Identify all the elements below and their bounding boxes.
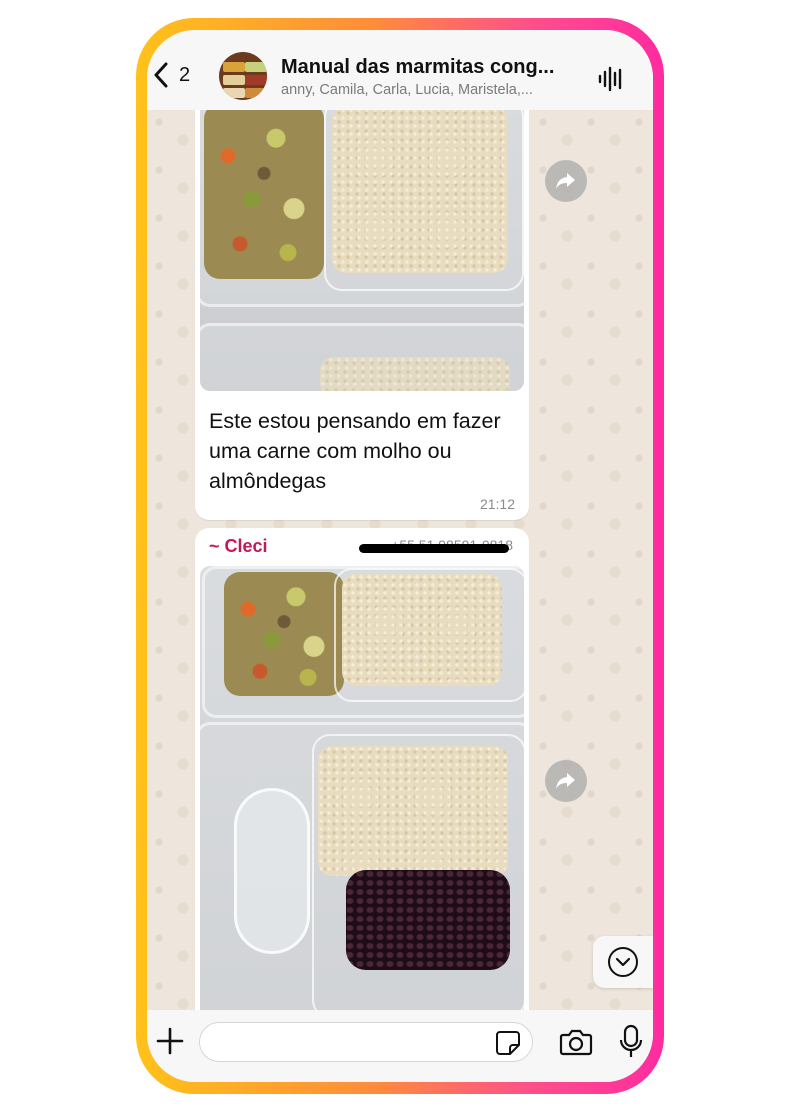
chat-participants: anny, Camila, Carla, Lucia, Maristela,..… (281, 82, 533, 98)
waveform-icon (598, 66, 622, 92)
message-bubble[interactable]: ~ Cleci +55 51 98591-0818 (195, 528, 529, 1082)
message-text: Este estou pensando em fazer uma carne c… (209, 409, 501, 493)
group-avatar[interactable] (219, 52, 267, 100)
sender-row: ~ Cleci +55 51 98591-0818 (209, 536, 519, 558)
message-bubble[interactable]: Este estou pensando em fazer uma carne c… (195, 90, 529, 520)
sticker-button[interactable] (495, 1030, 521, 1061)
chat-info[interactable]: Manual das marmitas cong... anny, Camila… (281, 56, 586, 98)
message-time: 21:12 (479, 496, 515, 512)
message-composer (147, 1010, 653, 1082)
forward-arrow-icon (556, 773, 575, 789)
microphone-button[interactable] (619, 1024, 643, 1065)
message-input[interactable] (199, 1022, 533, 1062)
chat-area[interactable]: Este estou pensando em fazer uma carne c… (147, 90, 653, 1082)
redaction-bar (359, 544, 509, 553)
scroll-to-bottom-button[interactable] (593, 936, 653, 988)
phone-screen: 2 Manual das marmitas cong... anny, Cami… (147, 30, 653, 1082)
chat-title: Manual das marmitas cong... (281, 56, 555, 78)
back-button[interactable]: 2 (153, 62, 190, 88)
message-photo[interactable] (200, 566, 524, 1026)
voice-chat-button[interactable] (597, 66, 625, 97)
forward-arrow-icon (556, 173, 575, 189)
message-photo[interactable] (200, 95, 524, 391)
chat-header: 2 Manual das marmitas cong... anny, Cami… (147, 30, 653, 110)
chevron-left-icon (154, 62, 168, 88)
chevron-down-circle-icon (608, 947, 638, 977)
unread-count: 2 (179, 63, 191, 86)
sticker-icon (496, 1031, 520, 1055)
forward-button[interactable] (545, 760, 587, 802)
attach-button[interactable] (155, 1026, 185, 1061)
camera-icon (559, 1029, 593, 1056)
forward-button[interactable] (545, 160, 587, 202)
phone-frame: 2 Manual das marmitas cong... anny, Cami… (136, 18, 664, 1094)
plus-icon (156, 1027, 184, 1055)
camera-button[interactable] (559, 1028, 593, 1061)
sender-name[interactable]: ~ Cleci (209, 536, 268, 556)
microphone-icon (619, 1024, 643, 1057)
